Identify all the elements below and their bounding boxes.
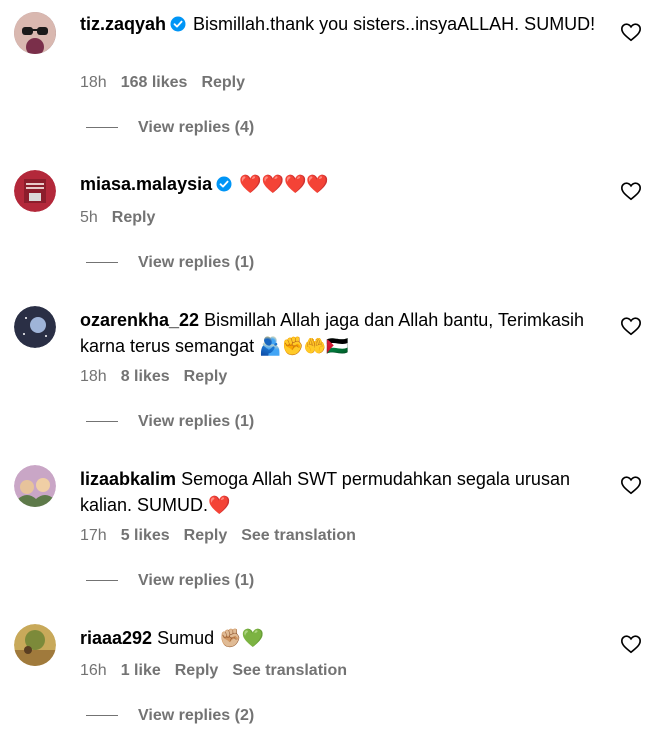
verified-badge-icon	[170, 16, 186, 32]
avatar[interactable]	[14, 12, 56, 54]
comment-time: 18h	[80, 74, 107, 91]
replies-divider-line	[86, 262, 118, 264]
comment-time: 18h	[80, 368, 107, 385]
view-replies-label: View replies (1)	[138, 572, 255, 589]
comment-text: Sumud ✊🏼💚	[157, 628, 264, 648]
comment-likes[interactable]: 5 likes	[121, 527, 170, 544]
comment-time: 5h	[80, 209, 98, 226]
view-replies-label: View replies (2)	[138, 707, 255, 724]
avatar-image	[14, 306, 56, 348]
view-replies-button[interactable]: View replies (1)	[86, 254, 254, 274]
view-replies-label: View replies (1)	[138, 254, 255, 271]
replies-divider-line	[86, 715, 118, 717]
view-replies-label: View replies (1)	[138, 413, 255, 430]
comment-username[interactable]: lizaabkalim	[80, 469, 176, 489]
verified-badge-icon	[216, 176, 232, 192]
comment-text-block: tiz.zaqyah Bismillah.thank you sisters..…	[80, 11, 610, 37]
comment-username[interactable]: ozarenkha_22	[80, 310, 199, 330]
comment-likes[interactable]: 168 likes	[121, 74, 188, 91]
comment-likes[interactable]: 8 likes	[121, 368, 170, 385]
replies-divider-line	[86, 421, 118, 423]
avatar-image	[14, 624, 56, 666]
reply-button[interactable]: Reply	[184, 368, 228, 385]
comment-text: ❤️❤️❤️❤️	[239, 174, 329, 195]
view-replies-button[interactable]: View replies (1)	[86, 413, 254, 433]
avatar[interactable]	[14, 624, 56, 666]
comment-username[interactable]: riaaa292	[80, 628, 152, 648]
avatar-image	[14, 170, 56, 212]
comment-text: Bismillah.thank you sisters..insyaALLAH.…	[193, 14, 596, 34]
avatar[interactable]	[14, 170, 56, 212]
view-replies-button[interactable]: View replies (1)	[86, 572, 254, 592]
comment-text-block: lizaabkalim Semoga Allah SWT permudahkan…	[80, 466, 610, 518]
comment-meta: 5h Reply	[80, 208, 169, 228]
comment-text-block: ozarenkha_22 Bismillah Allah jaga dan Al…	[80, 307, 610, 359]
comment-meta: 17h 5 likes Reply See translation	[80, 526, 370, 546]
like-heart-icon[interactable]	[620, 180, 642, 202]
view-replies-button[interactable]: View replies (2)	[86, 707, 254, 727]
view-replies-label: View replies (4)	[138, 119, 255, 136]
view-replies-button[interactable]: View replies (4)	[86, 119, 254, 139]
comment-meta: 16h 1 like Reply See translation	[80, 661, 361, 681]
comment-meta: 18h 168 likes Reply	[80, 73, 259, 93]
see-translation-button[interactable]: See translation	[241, 527, 356, 544]
avatar-image	[14, 465, 56, 507]
comment-username[interactable]: tiz.zaqyah	[80, 14, 166, 34]
comment-likes[interactable]: 1 like	[121, 662, 161, 679]
comment-time: 17h	[80, 527, 107, 544]
reply-button[interactable]: Reply	[175, 662, 219, 679]
avatar-image	[14, 12, 56, 54]
comment-time: 16h	[80, 662, 107, 679]
avatar[interactable]	[14, 306, 56, 348]
like-heart-icon[interactable]	[620, 21, 642, 43]
like-heart-icon[interactable]	[620, 633, 642, 655]
comment-username[interactable]: miasa.malaysia	[80, 174, 212, 194]
reply-button[interactable]: Reply	[201, 74, 245, 91]
like-heart-icon[interactable]	[620, 474, 642, 496]
replies-divider-line	[86, 127, 118, 129]
see-translation-button[interactable]: See translation	[232, 662, 347, 679]
comment-text-block: miasa.malaysia ❤️❤️❤️❤️	[80, 171, 610, 198]
reply-button[interactable]: Reply	[112, 209, 156, 226]
reply-button[interactable]: Reply	[184, 527, 228, 544]
comment-meta: 18h 8 likes Reply	[80, 367, 241, 387]
avatar[interactable]	[14, 465, 56, 507]
replies-divider-line	[86, 580, 118, 582]
like-heart-icon[interactable]	[620, 315, 642, 337]
comment-text-block: riaaa292 Sumud ✊🏼💚	[80, 625, 610, 651]
